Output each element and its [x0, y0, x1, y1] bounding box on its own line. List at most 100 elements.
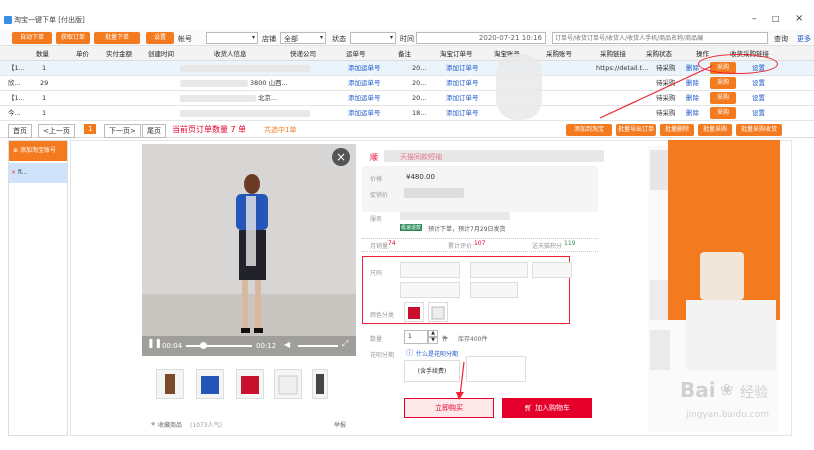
blurred-area — [700, 252, 744, 300]
batch-purchase-button[interactable]: 批量采购 — [698, 124, 732, 136]
blurred-cell — [180, 95, 256, 102]
quantity-up[interactable]: ▲ — [428, 330, 438, 337]
installment-help-link[interactable]: 什么是花呗分期 — [416, 349, 458, 358]
add-tracking-link[interactable]: 添加运单号 — [348, 63, 381, 74]
sidebar-item-account[interactable]: × fi... — [9, 163, 67, 183]
quantity-stepper[interactable]: 1 — [404, 330, 428, 344]
color-option-white[interactable] — [428, 302, 448, 322]
next-page-button[interactable]: 下一页> — [104, 124, 141, 138]
date-value: 2020-07-21 10:16 — [478, 34, 542, 42]
batch-export-button[interactable]: 批量导出订单 — [616, 124, 656, 136]
add-order-link[interactable]: 添加订单号 — [446, 78, 479, 89]
cell-address: 3800 山西... — [250, 79, 288, 87]
more-button[interactable]: 更多 — [797, 34, 811, 44]
add-order-link[interactable]: 添加订单号 — [446, 108, 479, 119]
add-order-link[interactable]: 添加订单号 — [446, 63, 479, 74]
volume-icon[interactable]: ◀ — [284, 340, 290, 349]
auto-order-button[interactable]: 自动下单 — [12, 32, 52, 44]
buy-now-button[interactable]: 立即购买 — [404, 398, 494, 418]
prev-page-button[interactable]: <上一页 — [38, 124, 75, 138]
video-progress[interactable] — [186, 345, 252, 347]
sidebar-item-label: fi... — [17, 169, 28, 176]
recommend-item[interactable] — [650, 150, 670, 190]
close-icon[interactable]: × — [11, 169, 16, 176]
size-option[interactable] — [470, 282, 518, 298]
account-select[interactable]: ▾ — [206, 32, 258, 44]
current-page[interactable]: 1 — [84, 124, 97, 134]
col-taobao-order[interactable]: 淘宝订单号 — [440, 48, 473, 60]
setting-link[interactable]: 设置 — [752, 78, 765, 89]
first-page-button[interactable]: 首页 — [8, 124, 32, 138]
close-window-button[interactable]: × — [795, 13, 803, 24]
points-value: 119 — [564, 240, 576, 247]
settings-button[interactable]: 设置 — [146, 32, 174, 44]
thumbnail-2[interactable] — [196, 369, 224, 399]
add-order-link[interactable]: 添加订单号 — [446, 93, 479, 104]
chevron-down-icon: ▾ — [389, 34, 393, 41]
maximize-button[interactable]: □ — [772, 14, 780, 23]
setting-link[interactable]: 设置 — [752, 108, 765, 119]
favorite-label[interactable]: 收藏商品 — [158, 420, 182, 429]
shop-label: 店铺 — [262, 35, 276, 43]
recommend-item[interactable] — [650, 280, 670, 320]
col-created-time[interactable]: 创建时间 — [148, 48, 174, 60]
size-option[interactable] — [400, 262, 460, 278]
color-label: 颜色分类 — [370, 312, 395, 319]
recommend-item[interactable] — [686, 300, 776, 370]
col-express-company[interactable]: 快递公司 — [290, 48, 316, 60]
thumbnail-5[interactable] — [312, 369, 328, 399]
search-button[interactable]: 查询 — [774, 34, 788, 44]
col-purchase-status[interactable]: 采购状态 — [646, 48, 672, 60]
col-receiver-info[interactable]: 收货人信息 — [214, 48, 247, 60]
size-option[interactable] — [470, 262, 528, 278]
size-option[interactable] — [400, 282, 460, 298]
recommend-item[interactable] — [650, 330, 670, 370]
add-account-button[interactable]: ⊕ 添加淘宝账号 — [9, 141, 67, 161]
fullscreen-icon[interactable]: ⤢ — [342, 339, 348, 349]
cell-title: 欣... — [8, 79, 21, 87]
add-to-taobao-button[interactable]: 添加到淘宝 — [566, 124, 612, 136]
cell-qty: 29 — [40, 79, 49, 87]
batch-order-button[interactable]: 批量下单 — [94, 32, 140, 44]
batch-delete-button[interactable]: 批量删除 — [660, 124, 694, 136]
last-page-button[interactable]: 尾页 — [142, 124, 166, 138]
status-select[interactable]: ▾ — [350, 32, 396, 44]
setting-link[interactable]: 设置 — [752, 93, 765, 104]
col-purchase-account[interactable]: 采购账号 — [546, 48, 572, 60]
color-option-red[interactable] — [404, 302, 424, 322]
pause-icon[interactable]: ❚❚ — [147, 339, 162, 349]
col-paid-amount[interactable]: 实付金额 — [106, 48, 132, 60]
fetch-orders-button[interactable]: 获取订单 — [56, 32, 90, 44]
thumbnail-3[interactable] — [236, 369, 264, 399]
search-input[interactable] — [552, 32, 768, 44]
col-quantity[interactable]: 数量 — [36, 48, 49, 60]
add-tracking-link[interactable]: 添加运单号 — [348, 93, 381, 104]
thumbnail-4[interactable] — [274, 369, 302, 399]
col-note[interactable]: 备注 — [398, 48, 411, 60]
quantity-value: 1 — [408, 333, 412, 340]
add-tracking-link[interactable]: 添加运单号 — [348, 78, 381, 89]
app-icon — [4, 16, 12, 24]
col-unit-price[interactable]: 单价 — [76, 48, 89, 60]
add-to-cart-button[interactable]: 🛒︎ 加入购物车 — [502, 398, 592, 418]
size-option[interactable] — [532, 262, 572, 278]
quantity-down[interactable]: ▼ — [428, 337, 438, 344]
minimize-button[interactable]: – — [752, 14, 757, 24]
star-icon[interactable]: ★ — [150, 420, 156, 428]
video-total-time: 00:12 — [256, 342, 277, 350]
product-video[interactable]: × ❚❚ 00:04 00:12 ◀ ⤢ — [142, 144, 356, 356]
add-tracking-link[interactable]: 添加运单号 — [348, 108, 381, 119]
thumbnail-1[interactable] — [156, 369, 184, 399]
shop-select[interactable]: 全部 ▾ — [280, 32, 326, 44]
video-progress-knob[interactable] — [200, 342, 207, 349]
installment-option[interactable] — [466, 356, 526, 382]
col-purchase-link[interactable]: 采购链接 — [600, 48, 626, 60]
installment-label: 花呗分期 — [370, 352, 395, 359]
batch-receive-button[interactable]: 批量采购收货 — [736, 124, 782, 136]
volume-slider[interactable] — [298, 345, 338, 347]
blurred-cell — [180, 110, 310, 117]
col-tracking-no[interactable]: 运单号 — [346, 48, 366, 60]
date-input[interactable]: 2020-07-21 10:16 — [416, 32, 546, 44]
report-link[interactable]: 举报 — [334, 420, 346, 429]
close-video-button[interactable]: × — [332, 148, 350, 166]
